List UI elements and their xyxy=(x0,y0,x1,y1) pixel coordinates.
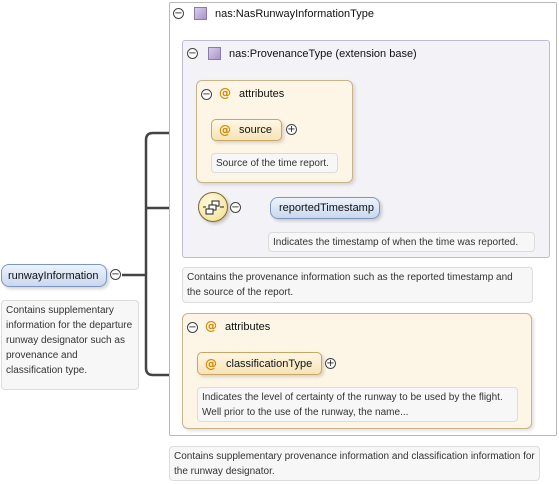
complex-type-header: − nas:NasRunwayInformationType xyxy=(173,7,473,23)
source-description: Source of the time report. xyxy=(211,153,338,173)
complex-type-name: nas:NasRunwayInformationType xyxy=(215,8,374,20)
attributes-at-icon: @ xyxy=(219,86,231,100)
expand-source-icon[interactable]: + xyxy=(286,124,297,135)
source-at-icon: @ xyxy=(219,123,231,137)
collapse-extension-icon[interactable]: − xyxy=(187,48,198,59)
extension-description: Contains the provenance information such… xyxy=(182,267,533,303)
attributes-group-label: attributes xyxy=(225,321,271,333)
collapse-extension-attributes-icon[interactable]: − xyxy=(201,89,212,100)
complex-type-icon xyxy=(194,7,207,20)
source-attribute[interactable]: @ source xyxy=(211,119,282,141)
reported-timestamp-element[interactable]: reportedTimestamp xyxy=(270,197,380,219)
runway-information-name: runwayInformation xyxy=(8,270,99,282)
source-attribute-name: source xyxy=(239,124,273,136)
runway-information-element[interactable]: runwayInformation xyxy=(1,264,107,287)
extension-name: nas:ProvenanceType (extension base) xyxy=(229,48,417,60)
classification-type-at-icon: @ xyxy=(205,357,217,371)
reported-timestamp-name: reportedTimestamp xyxy=(279,202,374,214)
extension-type-icon xyxy=(208,47,221,60)
runway-information-description: Contains supplementary information for t… xyxy=(1,300,139,390)
collapse-attributes-icon[interactable]: − xyxy=(187,322,198,333)
classification-type-description: Indicates the level of certainty of the … xyxy=(197,387,518,422)
sequence-compositor-icon[interactable] xyxy=(198,192,228,222)
collapse-runway-information-icon[interactable]: − xyxy=(110,269,121,280)
expand-classification-type-icon[interactable]: + xyxy=(325,358,336,369)
attributes-group-at-icon: @ xyxy=(205,319,217,333)
extension-header: − nas:ProvenanceType (extension base) xyxy=(187,47,517,63)
complex-type-description: Contains supplementary provenance inform… xyxy=(169,446,540,481)
classification-type-name: classificationType xyxy=(226,358,313,370)
collapse-sequence-icon[interactable]: − xyxy=(230,202,241,213)
extension-attributes-label: attributes xyxy=(239,88,285,100)
reported-timestamp-description: Indicates the timestamp of when the time… xyxy=(268,232,535,252)
sequence-symbol-icon xyxy=(203,200,224,215)
classification-type-attribute[interactable]: @ classificationType xyxy=(197,352,322,375)
collapse-complex-type-icon[interactable]: − xyxy=(173,8,184,19)
